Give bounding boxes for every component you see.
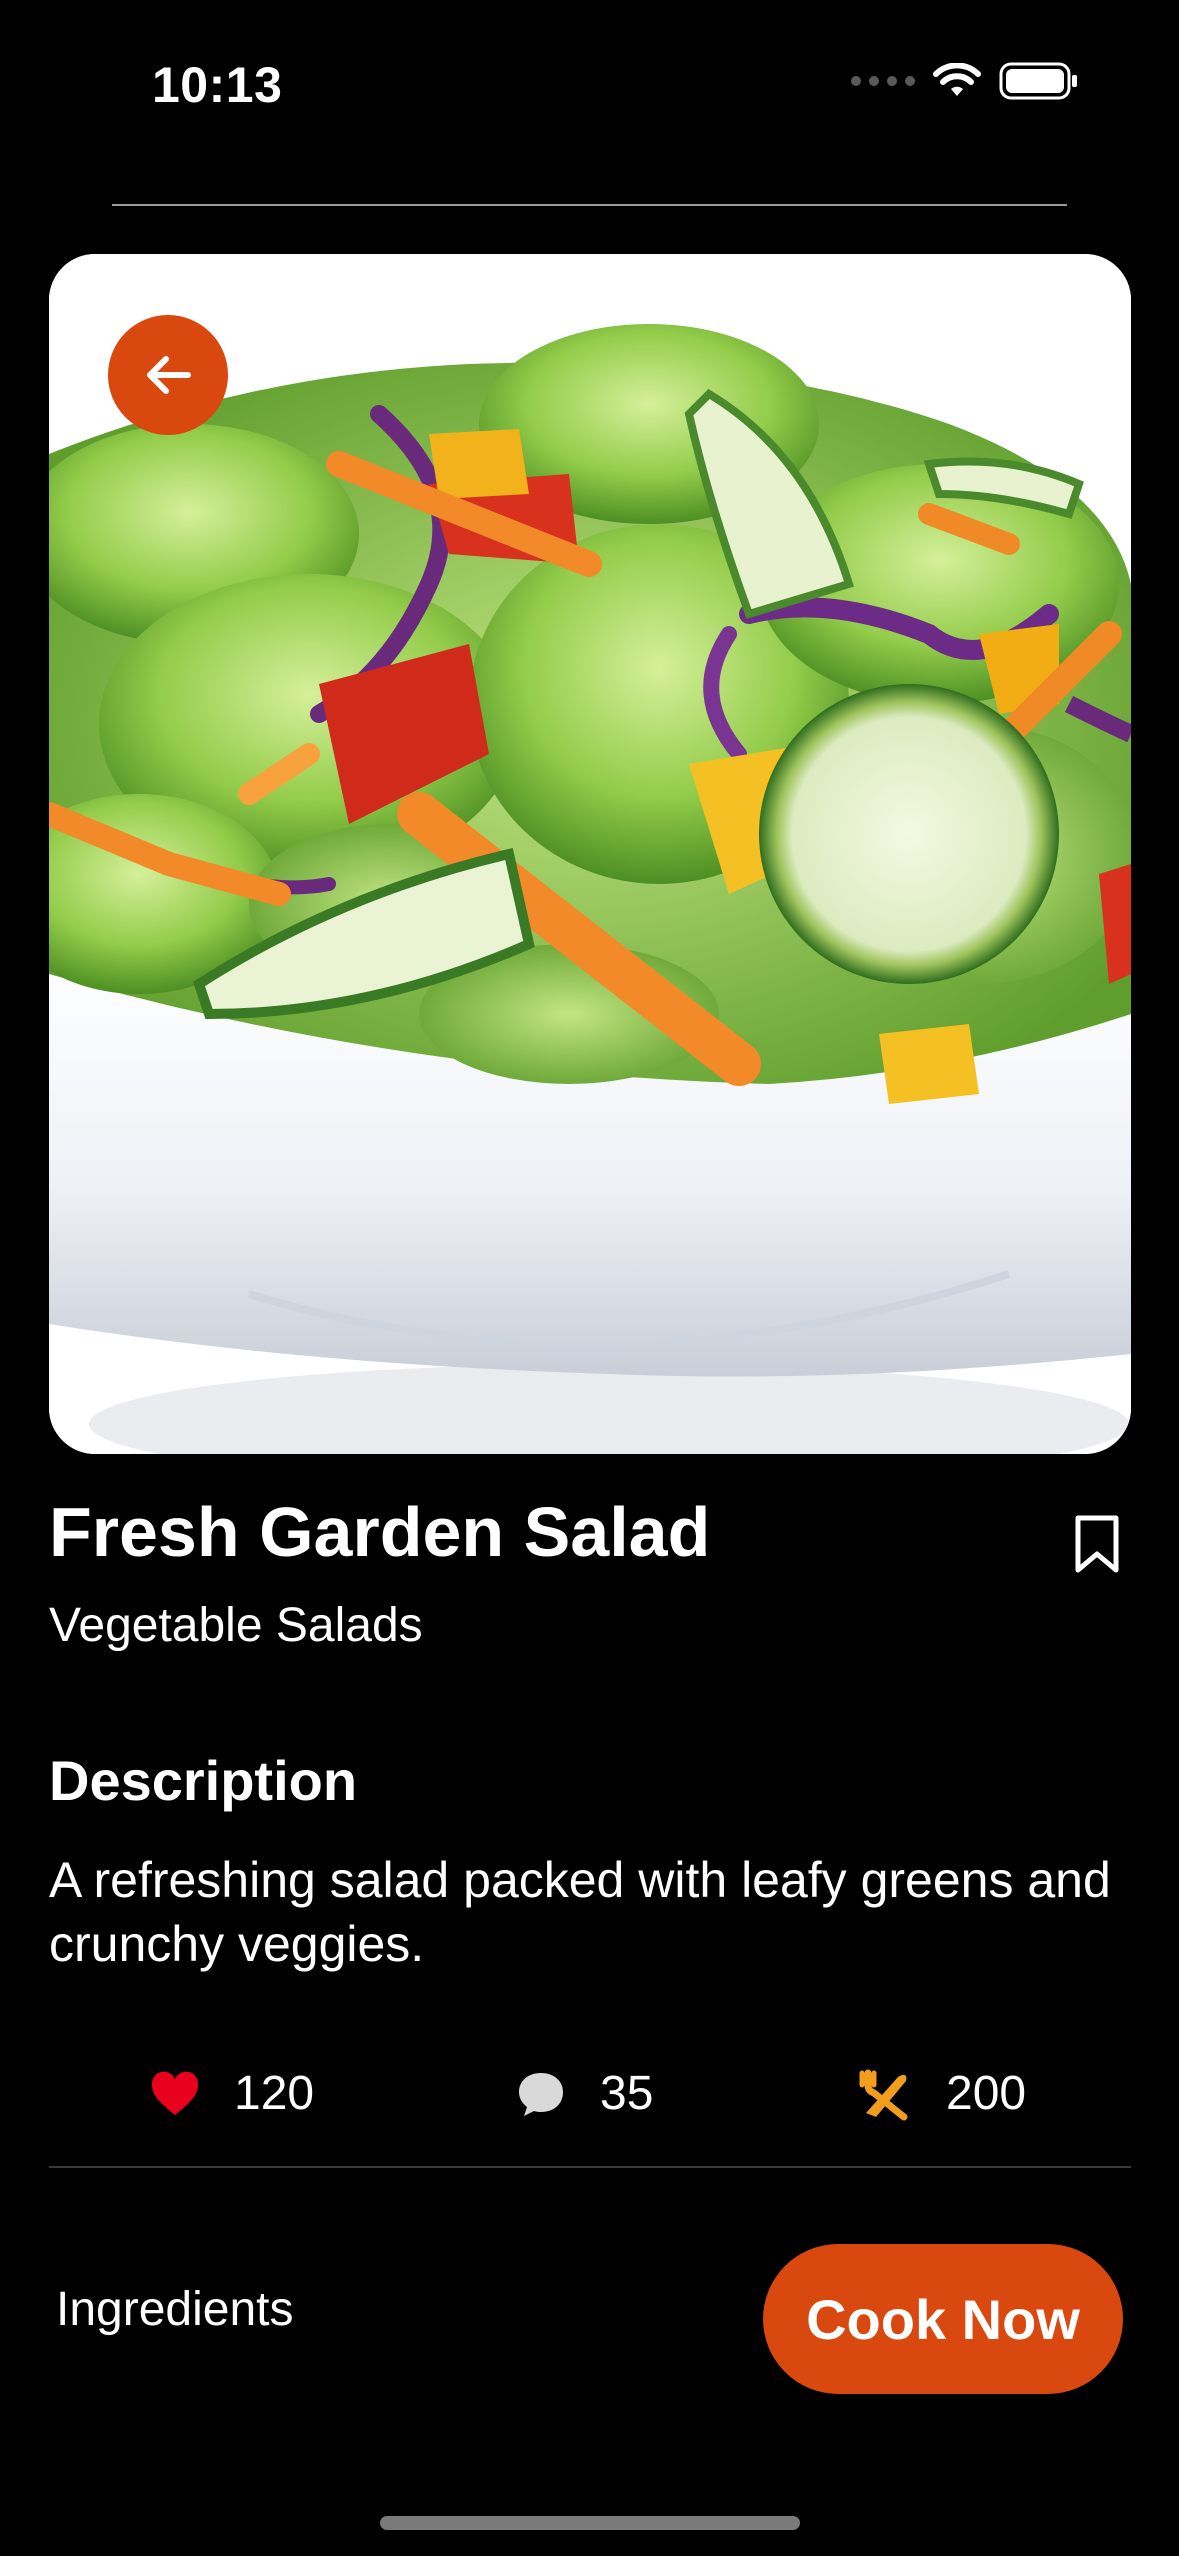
heart-icon [151, 2071, 199, 2115]
back-button[interactable] [108, 315, 228, 435]
comments-stat[interactable]: 35 [516, 2066, 653, 2121]
bookmark-icon [1075, 1515, 1119, 1573]
comments-count: 35 [600, 2067, 654, 2120]
wifi-icon [933, 63, 981, 96]
likes-count: 120 [234, 2067, 315, 2120]
recipe-category: Vegetable Salads [49, 1599, 423, 1652]
cooks-count: 200 [946, 2067, 1027, 2120]
cook-now-button[interactable]: Cook Now [763, 2244, 1123, 2394]
header-divider [112, 204, 1067, 206]
home-indicator[interactable] [380, 2516, 800, 2530]
status-time: 10:13 [152, 57, 283, 113]
recipe-image [49, 254, 1131, 1454]
arrow-left-icon [147, 356, 191, 394]
stats-divider [49, 2166, 1131, 2168]
likes-stat[interactable]: 120 [150, 2066, 314, 2121]
ingredients-tab[interactable]: Ingredients [56, 2282, 294, 2337]
chat-bubble-icon [519, 2072, 563, 2116]
battery-icon [999, 62, 1077, 100]
cooks-stat[interactable]: 200 [858, 2066, 1026, 2121]
cellular-signal-icon [851, 76, 915, 86]
bookmark-button[interactable] [1074, 1514, 1120, 1574]
description-text: A refreshing salad packed with leafy gre… [49, 1852, 1111, 1972]
status-icons [851, 62, 1079, 100]
fork-knife-icon [859, 2069, 908, 2120]
description-heading: Description [49, 1749, 358, 1812]
recipe-title: Fresh Garden Salad [49, 1493, 711, 1571]
